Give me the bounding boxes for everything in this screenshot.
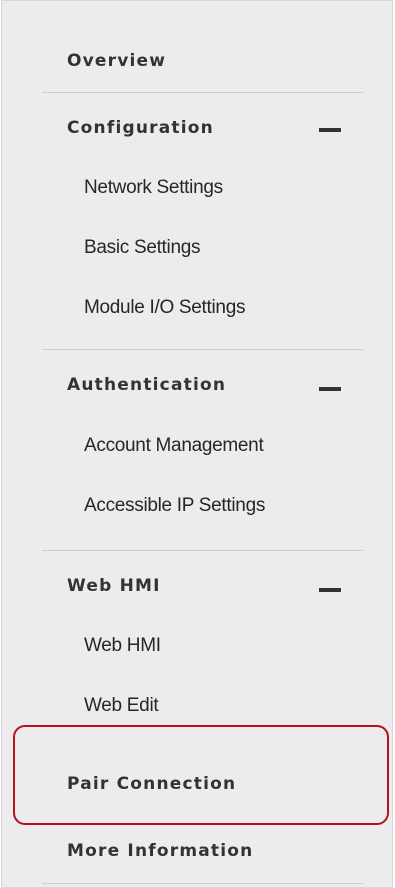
nav-web-hmi[interactable]: Web HMI <box>84 635 161 657</box>
nav-web-hmi-section[interactable]: Web HMI <box>67 576 161 596</box>
nav-basic-settings[interactable]: Basic Settings <box>84 237 201 259</box>
nav-pair-connection[interactable]: Pair Connection <box>67 774 236 794</box>
divider <box>42 883 363 884</box>
nav-overview[interactable]: Overview <box>67 51 166 71</box>
nav-accessible-ip-settings[interactable]: Accessible IP Settings <box>84 495 265 517</box>
nav-account-management[interactable]: Account Management <box>84 435 264 457</box>
minus-icon[interactable] <box>319 128 341 132</box>
nav-configuration[interactable]: Configuration <box>67 118 214 138</box>
sidebar-nav: Overview Configuration Network Settings … <box>1 0 393 888</box>
nav-web-edit[interactable]: Web Edit <box>84 695 159 717</box>
divider <box>42 349 363 350</box>
minus-icon[interactable] <box>319 387 341 391</box>
minus-icon[interactable] <box>319 588 341 592</box>
nav-network-settings[interactable]: Network Settings <box>84 177 223 199</box>
nav-module-io-settings[interactable]: Module I/O Settings <box>84 297 245 319</box>
nav-authentication[interactable]: Authentication <box>67 375 226 395</box>
divider <box>42 550 363 551</box>
nav-more-information[interactable]: More Information <box>67 841 253 861</box>
divider <box>42 92 363 93</box>
